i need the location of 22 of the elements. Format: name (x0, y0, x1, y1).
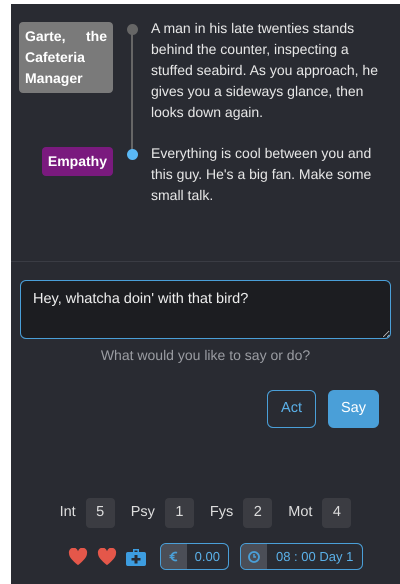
stat-label: Fys (210, 503, 234, 522)
stat-value: 4 (322, 498, 352, 528)
stat-value: 5 (86, 498, 115, 528)
narration-text: Everything is cool between you and this guy. He's a big fan. Make some small talk. (151, 144, 372, 205)
stat-label: Psy (130, 503, 155, 522)
input-hint: What would you like to say or do? (100, 346, 312, 365)
stat-value: 2 (243, 498, 272, 528)
act-button[interactable]: Act (267, 390, 316, 428)
stat-label: Mot (288, 503, 312, 522)
narration-text: A man in his late twenties stands behind the counter, inspecting a stuffed seabird. As you approach, he gives you a sideways glance, then looks down again. (151, 19, 380, 122)
stat-label: Int (60, 503, 76, 522)
medkit-icon (126, 548, 146, 566)
dialogue-input[interactable]: Hey, whatcha doin' with that bird? (20, 280, 391, 339)
heart-icon (96, 548, 117, 566)
heart-icon (68, 548, 88, 566)
euro-icon (169, 551, 178, 562)
stat-value: 1 (164, 498, 194, 528)
time-value: 08 : 00 Day 1 (274, 548, 354, 566)
speaker-tag: Empathy (42, 147, 113, 176)
clock-icon (248, 550, 260, 562)
money-value: 0.00 (194, 548, 221, 566)
speaker-tag: Garte, the Cafeteria Manager (19, 22, 113, 93)
